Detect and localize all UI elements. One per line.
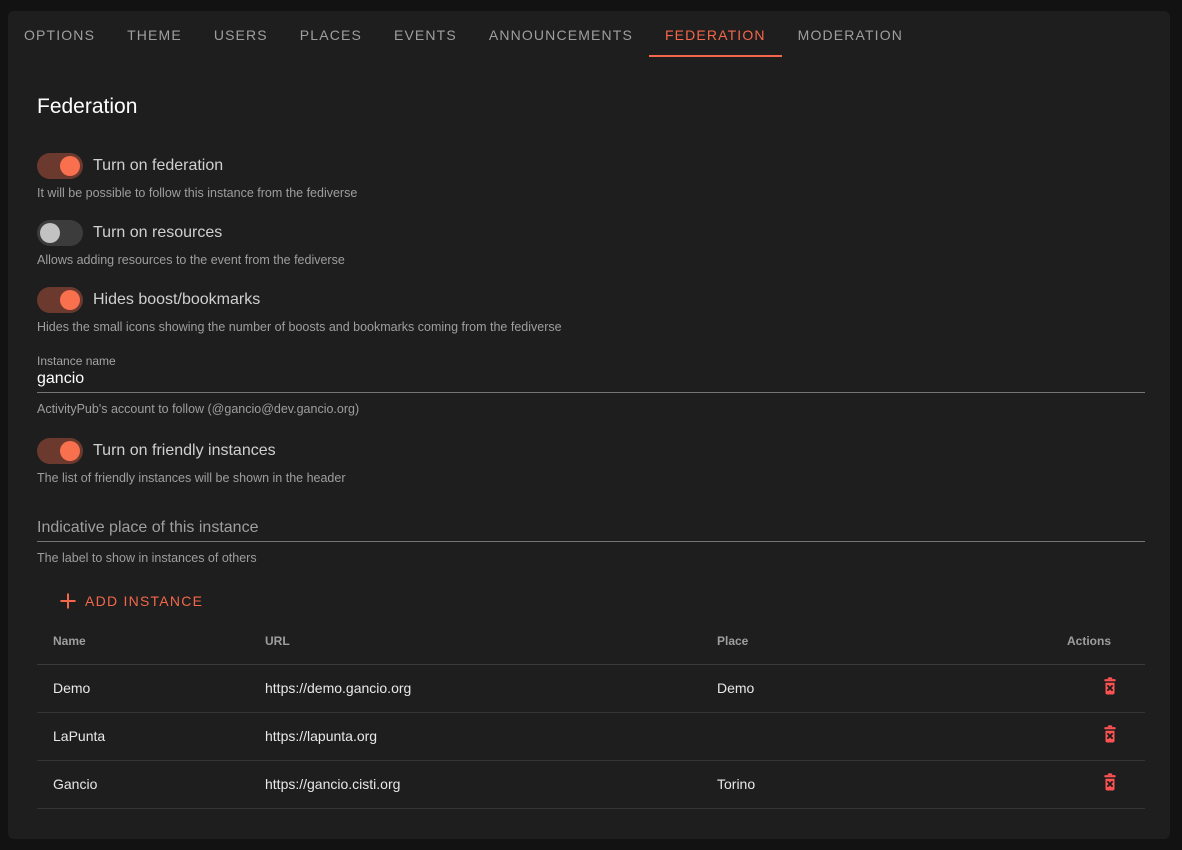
instance-name-label: Instance name (37, 354, 1145, 368)
hide-boosts-toggle-row: Hides boost/bookmarks (37, 287, 1145, 313)
delete-icon (1101, 676, 1119, 697)
instance-url-cell: https://lapunta.org (249, 712, 701, 760)
instance-url-cell: https://demo.gancio.org (249, 664, 701, 712)
tab-options[interactable]: Options (8, 11, 111, 59)
resources-toggle-row: Turn on resources (37, 220, 1145, 246)
tab-moderation[interactable]: Moderation (782, 11, 919, 59)
instance-url-cell: https://gancio.cisti.org (249, 760, 701, 808)
friendly-toggle-caption: The list of friendly instances will be s… (37, 471, 1145, 485)
hide-boosts-toggle-caption: Hides the small icons showing the number… (37, 320, 1145, 334)
table-header-row: Name URL Place Actions (37, 619, 1145, 664)
tab-users[interactable]: Users (198, 11, 284, 59)
toggle-thumb (60, 441, 80, 461)
resources-toggle[interactable] (37, 220, 83, 246)
instance-name-hint: ActivityPub's account to follow (@gancio… (37, 402, 1145, 416)
tab-announcements[interactable]: Announcements (473, 11, 649, 59)
instances-table: Name URL Place Actions Demo https://demo… (37, 619, 1145, 809)
toggle-thumb (60, 156, 80, 176)
add-instance-button[interactable]: Add Instance (49, 583, 213, 619)
friendly-toggle-row: Turn on friendly instances (37, 438, 1145, 464)
add-instance-label: Add Instance (85, 593, 203, 609)
federation-toggle-caption: It will be possible to follow this insta… (37, 186, 1145, 200)
hide-boosts-toggle[interactable] (37, 287, 83, 313)
friendly-toggle-label: Turn on friendly instances (93, 442, 276, 460)
federation-toggle[interactable] (37, 153, 83, 179)
federation-toggle-label: Turn on federation (93, 157, 223, 175)
table-row: LaPunta https://lapunta.org (37, 712, 1145, 760)
instance-place-cell: Demo (701, 664, 1025, 712)
instance-name-field: Instance name ActivityPub's account to f… (37, 354, 1145, 416)
tab-federation[interactable]: Federation (649, 11, 782, 59)
toggle-thumb (40, 223, 60, 243)
instance-name-cell: Demo (37, 664, 249, 712)
delete-icon (1101, 724, 1119, 745)
instance-place-input[interactable] (37, 519, 1145, 542)
resources-toggle-caption: Allows adding resources to the event fro… (37, 253, 1145, 267)
instance-name-cell: LaPunta (37, 712, 249, 760)
plus-icon (59, 592, 77, 610)
instance-name-cell: Gancio (37, 760, 249, 808)
delete-instance-button[interactable] (1101, 724, 1119, 745)
federation-settings: Federation Turn on federation It will be… (8, 93, 1170, 809)
tab-events[interactable]: Events (378, 11, 473, 59)
instance-place-hint: The label to show in instances of others (37, 551, 1145, 565)
column-header-place: Place (701, 619, 1025, 664)
instance-place-cell (701, 712, 1025, 760)
delete-instance-button[interactable] (1101, 676, 1119, 697)
column-header-actions: Actions (1025, 619, 1145, 664)
column-header-url: URL (249, 619, 701, 664)
friendly-instances-toggle[interactable] (37, 438, 83, 464)
tab-places[interactable]: Places (284, 11, 378, 59)
table-row: Gancio https://gancio.cisti.org Torino (37, 760, 1145, 808)
resources-toggle-label: Turn on resources (93, 224, 222, 242)
hide-boosts-toggle-label: Hides boost/bookmarks (93, 291, 260, 309)
instance-place-field: The label to show in instances of others (37, 519, 1145, 565)
delete-instance-button[interactable] (1101, 772, 1119, 793)
page-title: Federation (37, 93, 1145, 121)
toggle-thumb (60, 290, 80, 310)
delete-icon (1101, 772, 1119, 793)
instance-name-input[interactable] (37, 370, 1145, 393)
admin-tabs: Options Theme Users Places Events Announ… (8, 11, 1170, 59)
admin-panel-card: Options Theme Users Places Events Announ… (8, 11, 1170, 839)
column-header-name: Name (37, 619, 249, 664)
tab-theme[interactable]: Theme (111, 11, 198, 59)
instance-place-cell: Torino (701, 760, 1025, 808)
federation-toggle-row: Turn on federation (37, 153, 1145, 179)
table-row: Demo https://demo.gancio.org Demo (37, 664, 1145, 712)
